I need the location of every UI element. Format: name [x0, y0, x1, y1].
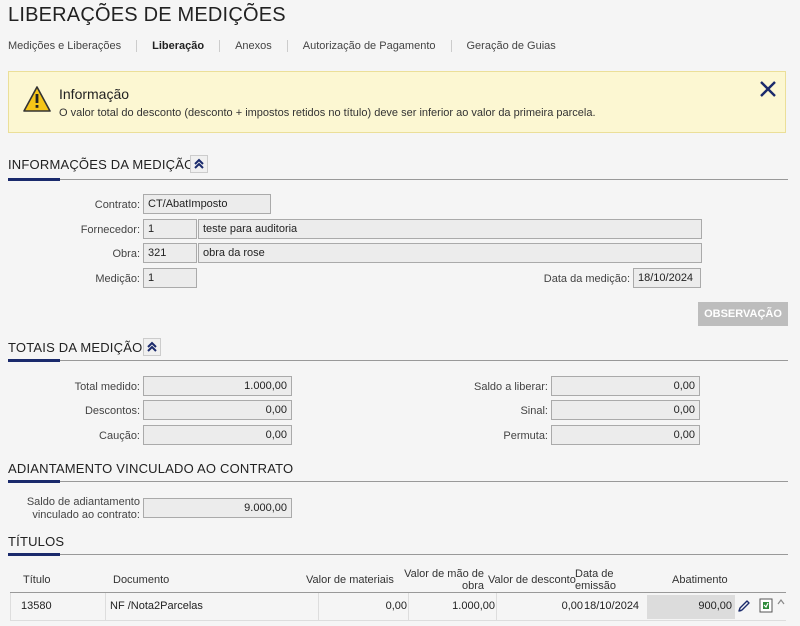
section-title-totais: TOTAIS DA MEDIÇÃO — [8, 340, 143, 355]
descontos-label: Descontos: — [84, 405, 140, 417]
sinal-field[interactable]: 0,00 — [551, 400, 700, 420]
section-title-adiantamento: ADIANTAMENTO VINCULADO AO CONTRATO — [8, 461, 294, 476]
row-bottom-border — [10, 620, 786, 621]
col-header-documento: Documento — [113, 574, 170, 586]
tab-separator — [136, 40, 138, 52]
warning-icon — [23, 86, 51, 117]
col-header-abatimento: Abatimento — [672, 574, 728, 586]
tab-separator — [219, 40, 221, 52]
caucao-field[interactable]: 0,00 — [143, 425, 292, 445]
tab-geracao-guias[interactable]: Geração de Guias — [467, 40, 556, 52]
col-header-data-emissao-line1: Data de — [575, 568, 614, 580]
section-title-titulos: TÍTULOS — [8, 534, 65, 549]
info-title: Informação — [59, 86, 130, 102]
observacao-button[interactable]: OBSERVAÇÃO — [698, 302, 788, 326]
sinal-label: Sinal: — [520, 405, 548, 417]
descontos-field[interactable]: 0,00 — [143, 400, 292, 420]
tab-separator — [286, 40, 288, 52]
fornecedor-name-field[interactable]: teste para auditoria — [198, 219, 702, 239]
contrato-field[interactable]: CT/AbatImposto — [143, 194, 271, 214]
tab-liberacao[interactable]: Liberação — [152, 40, 204, 52]
cell-divider — [408, 593, 409, 621]
obra-label: Obra: — [112, 248, 140, 260]
section-accent — [8, 178, 60, 181]
medicao-field[interactable]: 1 — [143, 268, 197, 288]
section-divider — [8, 360, 788, 361]
col-header-data-emissao: Data de emissão — [575, 568, 616, 592]
total-medido-field[interactable]: 1.000,00 — [143, 376, 292, 396]
section-divider — [8, 179, 788, 180]
saldo-adiantamento-label-line2: vinculado ao contrato: — [32, 509, 140, 521]
col-header-valor-mao-obra: Valor de mão de obra — [400, 568, 484, 592]
col-header-valor-mao-obra-line2: obra — [461, 580, 484, 592]
fornecedor-code-field[interactable]: 1 — [143, 219, 197, 239]
section-title-medicao: INFORMAÇÕES DA MEDIÇÃO — [8, 157, 195, 172]
tab-separator — [450, 40, 452, 52]
cell-abatimento[interactable]: 900,00 — [650, 600, 732, 612]
cell-titulo: 13580 — [21, 600, 52, 612]
data-medicao-label: Data da medição: — [543, 273, 630, 285]
tab-autorizacao-pagamento[interactable]: Autorização de Pagamento — [303, 40, 436, 52]
obra-code-field[interactable]: 321 — [143, 243, 197, 263]
cell-valor-desconto: 0,00 — [561, 600, 583, 612]
cell-data-emissao: 18/10/2024 — [584, 600, 640, 612]
tab-medicoes-liberacoes[interactable]: Medições e Liberações — [8, 40, 121, 52]
tab-bar: Medições e Liberações Liberação Anexos A… — [8, 40, 556, 52]
saldo-liberar-field[interactable]: 0,00 — [551, 376, 700, 396]
page-title: LIBERAÇÕES DE MEDIÇÕES — [8, 4, 286, 26]
fornecedor-label: Fornecedor: — [80, 224, 140, 236]
info-text: O valor total do desconto (desconto + im… — [59, 107, 596, 119]
obra-name-field[interactable]: obra da rose — [198, 243, 702, 263]
col-header-valor-materiais: Valor de materiais — [306, 574, 394, 586]
cell-divider — [318, 593, 319, 621]
section-accent — [8, 480, 60, 483]
document-icon[interactable] — [759, 598, 773, 613]
col-header-valor-desconto: Valor de desconto — [488, 574, 576, 586]
chevron-double-up-icon[interactable] — [143, 338, 161, 356]
caucao-label: Caução: — [99, 430, 140, 442]
cell-divider — [105, 593, 106, 621]
cell-valor-mao-obra: 1.000,00 — [452, 600, 495, 612]
info-alert: Informação O valor total do desconto (de… — [8, 71, 786, 133]
saldo-adiantamento-label-line1: Saldo de adiantamento — [26, 496, 140, 508]
table-row[interactable]: 13580 NF /Nota2Parcelas 0,00 1.000,00 0,… — [10, 593, 786, 621]
saldo-liberar-label: Saldo a liberar: — [474, 381, 548, 393]
close-icon[interactable] — [759, 80, 777, 98]
tab-anexos[interactable]: Anexos — [235, 40, 272, 52]
contrato-label: Contrato: — [94, 199, 140, 211]
chevron-double-up-icon[interactable] — [190, 155, 208, 173]
saldo-adiantamento-field[interactable]: 9.000,00 — [143, 498, 292, 518]
row-border — [10, 593, 11, 621]
total-medido-label: Total medido: — [74, 381, 140, 393]
pencil-icon[interactable] — [737, 599, 751, 613]
cell-documento: NF /Nota2Parcelas — [110, 600, 203, 612]
permuta-field[interactable]: 0,00 — [551, 425, 700, 445]
cell-divider — [496, 593, 497, 621]
col-header-valor-mao-obra-line1: Valor de mão de — [404, 568, 484, 580]
cell-valor-materiais: 0,00 — [385, 600, 407, 612]
col-header-titulo: Título — [23, 574, 51, 586]
permuta-label: Permuta: — [503, 430, 548, 442]
medicao-label: Medição: — [95, 273, 140, 285]
section-divider — [8, 554, 788, 555]
data-medicao-field[interactable]: 18/10/2024 — [633, 268, 701, 288]
scroll-up-icon[interactable] — [776, 594, 786, 605]
section-accent — [8, 553, 60, 556]
section-divider — [8, 481, 788, 482]
section-accent — [8, 359, 60, 362]
col-header-data-emissao-line2: emissão — [575, 580, 616, 592]
